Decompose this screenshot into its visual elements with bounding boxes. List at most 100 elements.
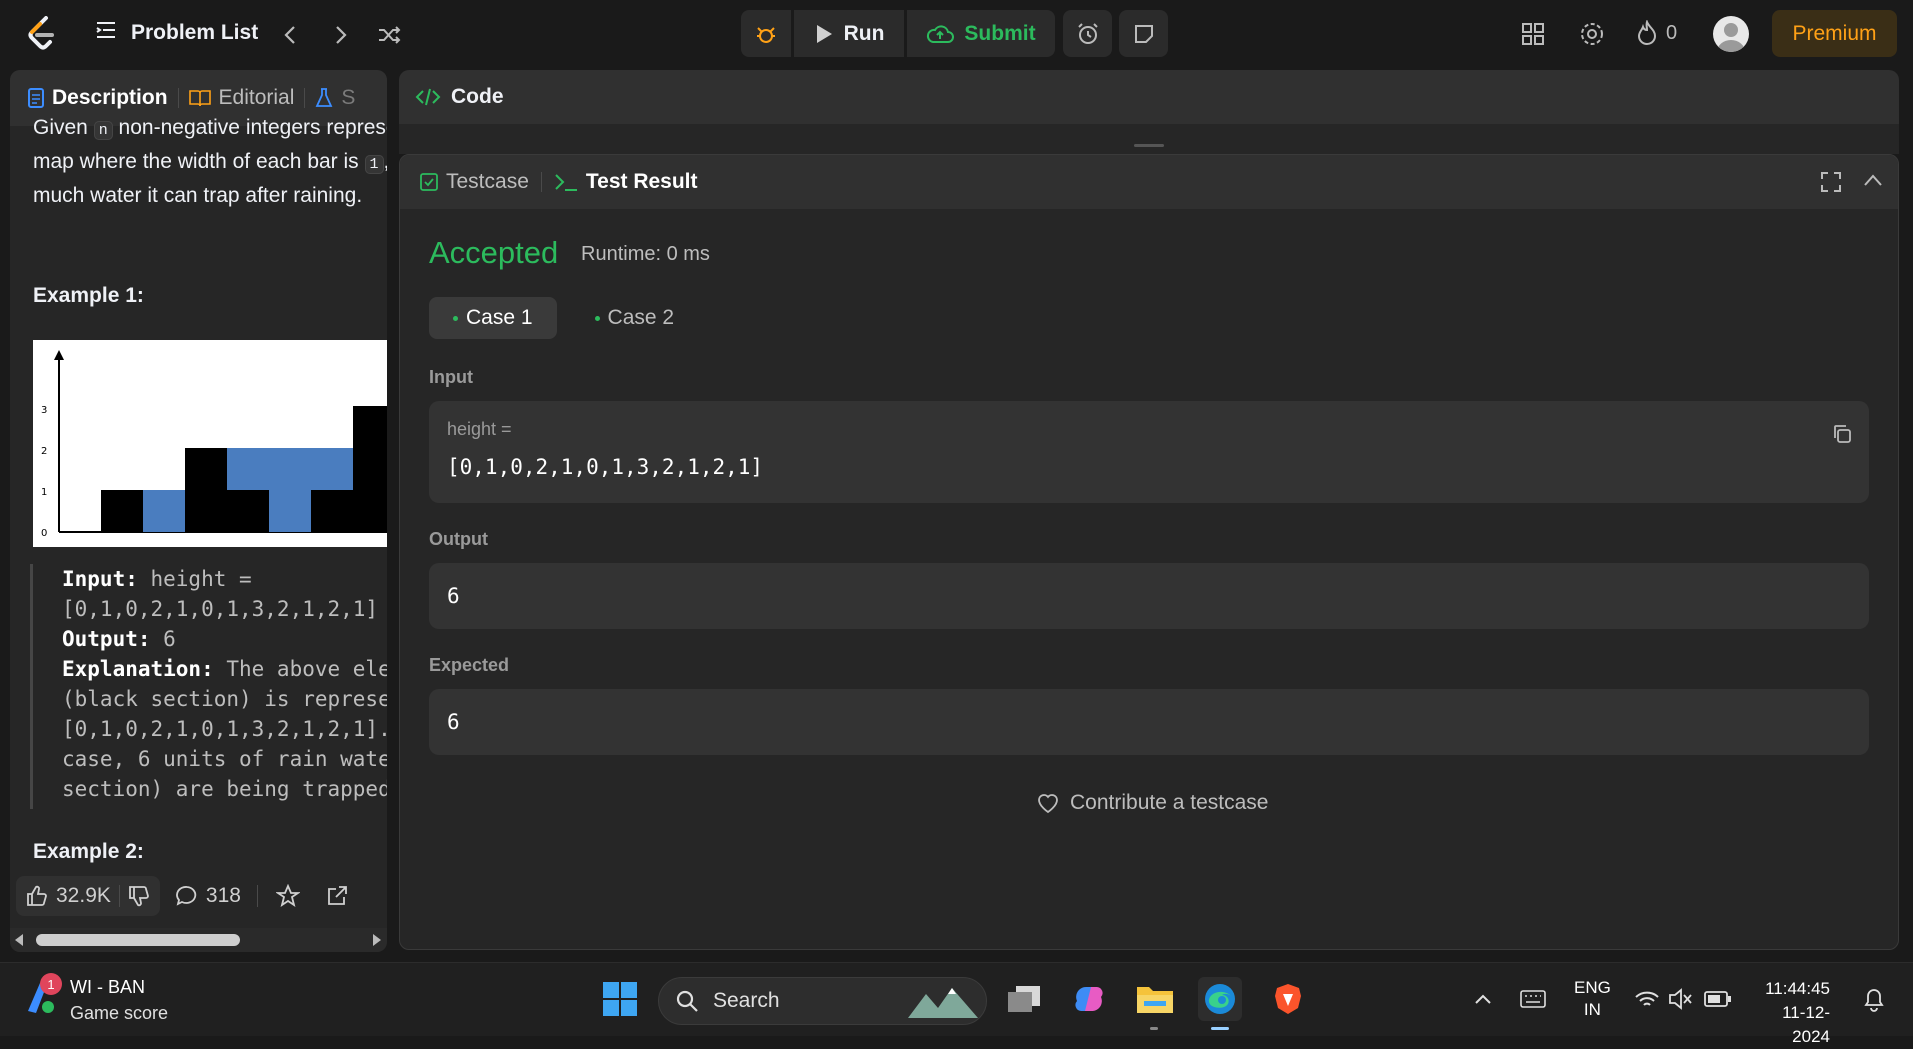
battery-icon[interactable]	[1704, 989, 1732, 1009]
copy-icon[interactable]	[1831, 423, 1853, 445]
example-text: (black section) is represe	[62, 687, 387, 711]
resize-handle[interactable]	[1134, 144, 1164, 147]
timer-button[interactable]	[1063, 10, 1112, 57]
notification-badge: 1	[40, 973, 62, 995]
horizontal-scrollbar[interactable]	[10, 928, 387, 952]
checkbox-icon	[420, 173, 438, 191]
example-text: case, 6 units of rain wate	[62, 747, 387, 771]
play-icon	[816, 24, 832, 43]
result-tabs: Testcase Test Result	[400, 155, 1898, 209]
inline-code: 1	[364, 155, 384, 174]
cloud-upload-icon	[927, 24, 955, 43]
debug-button[interactable]	[741, 10, 791, 57]
output-label: Output:	[62, 627, 151, 651]
avatar[interactable]	[1713, 16, 1749, 52]
tab-testcase[interactable]: Testcase	[420, 170, 529, 194]
scroll-left-icon[interactable]	[14, 934, 24, 946]
premium-button[interactable]: Premium	[1772, 10, 1897, 57]
example-text: 6	[150, 627, 176, 651]
widget-title[interactable]: WI - BAN	[70, 977, 145, 998]
problem-list-label: Problem List	[131, 21, 259, 44]
brave-browser-icon[interactable]	[1266, 977, 1310, 1021]
system-clock[interactable]: 11:44:45 11-12-2024	[1748, 977, 1830, 1049]
like-count: 32.9K	[56, 884, 111, 907]
file-explorer-icon[interactable]	[1133, 977, 1177, 1021]
tab-solutions[interactable]: S	[315, 86, 355, 110]
thumbs-down-icon[interactable]	[128, 885, 150, 907]
tab-description-label: Description	[52, 86, 168, 109]
problem-list-button[interactable]: Problem List	[95, 20, 258, 46]
case-1-label: Case 1	[466, 306, 533, 329]
leetcode-logo-icon[interactable]	[26, 16, 58, 52]
inline-code: n	[93, 121, 113, 140]
language-indicator[interactable]: ENG IN	[1574, 977, 1611, 1021]
cricket-widget-icon[interactable]: 1	[22, 973, 62, 1017]
code-title: Code	[451, 85, 504, 108]
document-icon	[28, 88, 44, 108]
windows-taskbar: 1 WI - BAN Game score Search ENG IN 11:4…	[0, 962, 1913, 1046]
case-2-button[interactable]: Case 2	[571, 297, 699, 339]
note-icon	[1134, 24, 1153, 43]
divider	[177, 88, 179, 108]
tab-test-result-label: Test Result	[585, 170, 698, 193]
submit-button[interactable]: Submit	[907, 10, 1055, 57]
scrollbar-thumb[interactable]	[36, 934, 240, 946]
shuffle-icon[interactable]	[375, 20, 405, 50]
like-button[interactable]: 32.9K	[16, 876, 160, 916]
windows-start-icon[interactable]	[598, 977, 642, 1021]
axis-tick: 0	[41, 528, 47, 539]
example-text: height =	[137, 567, 252, 591]
contribute-testcase-button[interactable]: Contribute a testcase	[1036, 791, 1268, 815]
submit-label: Submit	[964, 21, 1036, 45]
runtime-text: Runtime: 0 ms	[581, 243, 710, 265]
collapse-icon[interactable]	[1863, 173, 1883, 187]
keyboard-icon[interactable]	[1520, 989, 1546, 1009]
case-1-button[interactable]: Case 1	[429, 297, 557, 339]
description-panel: Description Editorial S Given n non-nega…	[10, 70, 387, 952]
widget-subtitle[interactable]: Game score	[70, 1003, 168, 1024]
expected-label: Expected	[429, 655, 510, 675]
speaker-muted-icon[interactable]	[1668, 987, 1694, 1011]
notification-bell-icon[interactable]	[1862, 985, 1886, 1013]
chevron-up-icon[interactable]	[1474, 993, 1492, 1005]
example-1-heading: Example 1:	[33, 284, 144, 307]
code-panel-header: Code	[399, 70, 1899, 124]
tab-editorial-label: Editorial	[218, 86, 295, 109]
example-chart-image: 0 1 2 3	[33, 340, 387, 547]
heart-icon	[1038, 794, 1058, 814]
star-icon	[275, 884, 300, 908]
tab-test-result[interactable]: Test Result	[554, 170, 698, 194]
run-button[interactable]: Run	[794, 10, 904, 57]
maximize-icon[interactable]	[1820, 171, 1842, 193]
contribute-label: Contribute a testcase	[1070, 791, 1269, 814]
share-button[interactable]	[318, 885, 356, 907]
pass-dot	[594, 315, 600, 321]
favorite-button[interactable]	[264, 884, 312, 908]
scroll-right-icon[interactable]	[372, 934, 382, 946]
layout-icon[interactable]	[1518, 19, 1548, 49]
tab-solutions-label: S	[341, 86, 356, 109]
next-problem-button[interactable]	[326, 20, 356, 50]
prev-problem-button[interactable]	[275, 20, 305, 50]
streak-counter[interactable]: 0	[1636, 20, 1677, 46]
wifi-icon[interactable]	[1634, 989, 1660, 1009]
example-1-block: Input: height = [0,1,0,2,1,0,1,3,2,1,2,1]…	[30, 564, 387, 809]
copilot-icon[interactable]	[1067, 977, 1111, 1021]
tab-editorial[interactable]: Editorial	[188, 86, 295, 110]
output-box: 6	[429, 563, 1869, 629]
top-bar: Problem List Run Submit 0 Premium	[0, 0, 1913, 70]
clock-date: 11-12-2024	[1782, 1003, 1830, 1046]
notes-button[interactable]	[1119, 10, 1168, 57]
taskbar-search[interactable]: Search	[658, 977, 987, 1025]
flask-icon	[316, 88, 333, 107]
settings-gear-icon[interactable]	[1577, 19, 1607, 49]
test-result-panel: Testcase Test Result Accepted Runtime: 0…	[399, 154, 1899, 950]
task-view-icon[interactable]	[1002, 977, 1046, 1021]
bug-icon	[757, 26, 775, 43]
desc-text: map where the width of each bar is	[33, 150, 365, 173]
axis-tick: 1	[41, 487, 47, 498]
input-label: Input:	[62, 567, 138, 591]
edge-browser-icon[interactable]	[1198, 977, 1242, 1021]
comments-button[interactable]: 318	[166, 884, 251, 908]
tab-description[interactable]: Description	[28, 86, 168, 110]
